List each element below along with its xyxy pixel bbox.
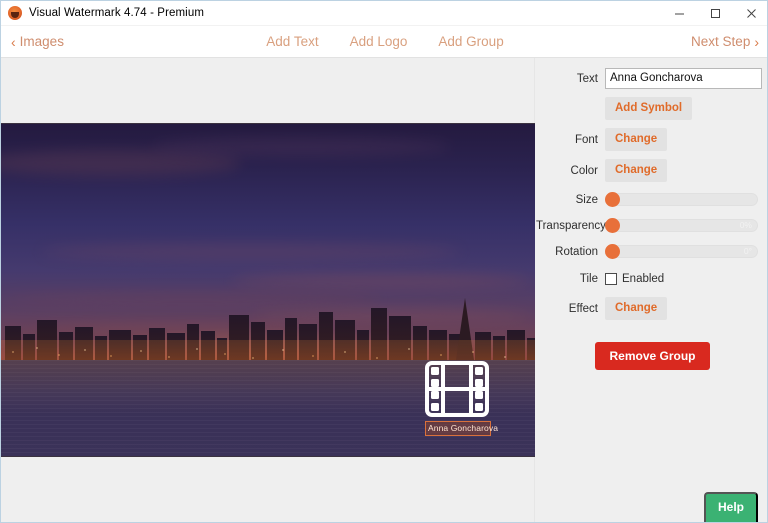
transparency-slider[interactable]: 0%: [605, 218, 758, 233]
remove-group-row: Remove Group: [536, 342, 768, 370]
remove-group-button[interactable]: Remove Group: [595, 342, 709, 370]
watermark-text-input[interactable]: Anna Goncharova: [605, 68, 762, 89]
tile-label: Tile: [536, 273, 605, 285]
add-symbol-button[interactable]: Add Symbol: [605, 97, 692, 120]
application-window: Visual Watermark 4.74 - Premium ‹ Images…: [0, 0, 768, 523]
help-button[interactable]: Help: [704, 492, 758, 523]
rotation-slider[interactable]: 0°: [605, 244, 758, 259]
watermark-text-label[interactable]: Anna Goncharova: [425, 421, 491, 436]
image-canvas[interactable]: Anna Goncharova: [1, 123, 535, 457]
font-label: Font: [536, 134, 605, 146]
toolbar-actions: Add Text Add Logo Add Group: [1, 34, 768, 49]
window-title: Visual Watermark 4.74 - Premium: [29, 7, 204, 19]
text-row: Text Anna Goncharova: [536, 68, 768, 89]
chevron-right-icon: ›: [754, 35, 759, 49]
maximize-button[interactable]: [697, 1, 733, 26]
minimize-button[interactable]: [661, 1, 697, 26]
add-logo-button[interactable]: Add Logo: [350, 34, 408, 49]
properties-panel: Text Anna Goncharova Add Symbol Font Cha…: [536, 58, 768, 523]
rotation-slider-value: 0°: [744, 245, 752, 258]
watermark-group[interactable]: Anna Goncharova: [425, 361, 491, 436]
next-step-label: Next Step: [691, 34, 750, 49]
size-slider[interactable]: [605, 192, 758, 207]
window-controls: [661, 1, 768, 26]
image-workspace: Anna Goncharova: [1, 58, 535, 523]
transparency-row: Transparency 0%: [536, 218, 768, 233]
tile-row: Tile Enabled: [536, 273, 768, 285]
main-toolbar: ‹ Images Add Text Add Logo Add Group Nex…: [1, 26, 768, 58]
rotation-slider-track[interactable]: [605, 245, 758, 258]
app-logo-icon: [8, 6, 22, 20]
color-change-button[interactable]: Change: [605, 159, 667, 182]
close-button[interactable]: [733, 1, 768, 26]
effect-change-button[interactable]: Change: [605, 297, 667, 320]
size-row: Size: [536, 192, 768, 207]
transparency-slider-track[interactable]: [605, 219, 758, 232]
film-strip-icon: [425, 361, 489, 417]
text-label: Text: [536, 73, 605, 85]
add-group-button[interactable]: Add Group: [438, 34, 503, 49]
rotation-label: Rotation: [536, 246, 605, 258]
size-slider-thumb[interactable]: [605, 192, 620, 207]
color-label: Color: [536, 165, 605, 177]
rotation-slider-thumb[interactable]: [605, 244, 620, 259]
color-row: Color Change: [536, 159, 768, 182]
effect-label: Effect: [536, 303, 605, 315]
next-step-button[interactable]: Next Step ›: [691, 34, 759, 49]
font-row: Font Change: [536, 128, 768, 151]
skyline-photo: Anna Goncharova: [1, 124, 535, 456]
title-bar: Visual Watermark 4.74 - Premium: [1, 1, 768, 26]
tile-enabled-label: Enabled: [622, 273, 664, 285]
font-change-button[interactable]: Change: [605, 128, 667, 151]
add-text-button[interactable]: Add Text: [266, 34, 318, 49]
add-symbol-row: Add Symbol: [536, 97, 768, 120]
effect-row: Effect Change: [536, 297, 768, 320]
transparency-slider-value: 0%: [740, 219, 752, 232]
rotation-row: Rotation 0°: [536, 244, 768, 259]
tile-enabled-checkbox[interactable]: [605, 273, 617, 285]
transparency-label: Transparency: [536, 220, 605, 232]
transparency-slider-thumb[interactable]: [605, 218, 620, 233]
size-label: Size: [536, 194, 605, 206]
size-slider-track[interactable]: [605, 193, 758, 206]
